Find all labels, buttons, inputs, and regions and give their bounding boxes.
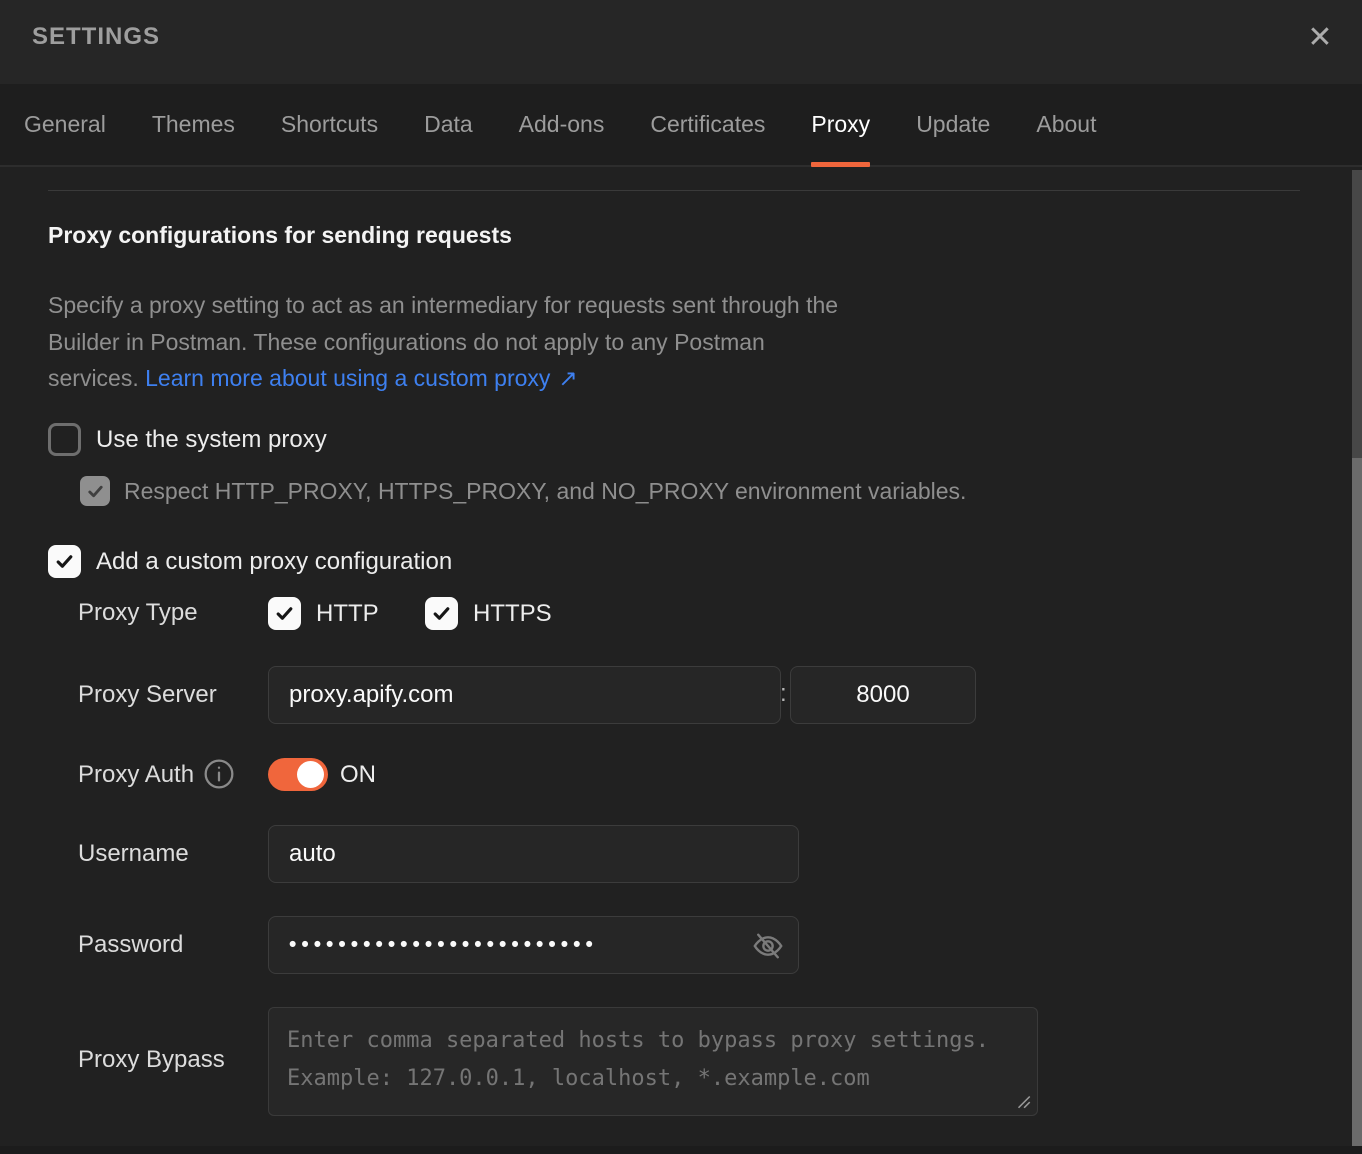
proxy-server-port-input[interactable] — [790, 666, 976, 724]
proxy-server-label: Proxy Server — [78, 681, 217, 709]
resize-handle-icon[interactable] — [1014, 1092, 1032, 1110]
tab-general[interactable]: General — [24, 84, 106, 165]
respect-env-label: Respect HTTP_PROXY, HTTPS_PROXY, and NO_… — [124, 478, 966, 505]
password-label: Password — [78, 931, 183, 959]
description-line-1: Specify a proxy setting to act as an int… — [48, 287, 838, 324]
tab-about[interactable]: About — [1036, 84, 1096, 165]
tab-themes[interactable]: Themes — [152, 84, 235, 165]
content-divider — [48, 190, 1300, 191]
respect-env-row: Respect HTTP_PROXY, HTTPS_PROXY, and NO_… — [80, 476, 966, 506]
https-checkbox[interactable] — [425, 597, 458, 630]
scrollbar-track — [1352, 170, 1362, 1154]
proxy-auth-label: Proxy Auth — [78, 761, 194, 789]
tab-data[interactable]: Data — [424, 84, 473, 165]
https-label[interactable]: HTTPS — [473, 600, 552, 628]
system-proxy-checkbox[interactable] — [48, 423, 81, 456]
checkmark-icon — [54, 551, 75, 572]
dialog-header: SETTINGS ✕ — [0, 0, 1362, 84]
tab-proxy[interactable]: Proxy — [811, 84, 870, 165]
proxy-auth-state: ON — [340, 761, 376, 789]
external-link-icon[interactable]: ↗ — [558, 365, 577, 391]
system-proxy-label[interactable]: Use the system proxy — [96, 426, 327, 454]
dialog-title: SETTINGS — [32, 23, 160, 51]
description-line-2: Builder in Postman. These configurations… — [48, 324, 838, 361]
settings-dialog: SETTINGS ✕ General Themes Shortcuts Data… — [0, 0, 1362, 1154]
http-label[interactable]: HTTP — [316, 600, 379, 628]
section-heading: Proxy configurations for sending request… — [48, 222, 512, 249]
close-icon[interactable]: ✕ — [1294, 12, 1346, 64]
description-line-3: services. Learn more about using a custo… — [48, 360, 838, 397]
username-label: Username — [78, 840, 189, 868]
host-port-separator: : — [780, 680, 787, 708]
tab-certificates[interactable]: Certificates — [650, 84, 765, 165]
username-input[interactable] — [268, 825, 799, 883]
section-description: Specify a proxy setting to act as an int… — [48, 287, 838, 397]
custom-proxy-row: Add a custom proxy configuration — [48, 545, 452, 578]
settings-tabbar: General Themes Shortcuts Data Add-ons Ce… — [0, 84, 1362, 167]
proxy-type-https-row: HTTPS — [425, 597, 552, 630]
checkmark-icon — [431, 603, 452, 624]
proxy-bypass-label: Proxy Bypass — [78, 1046, 225, 1074]
description-line-3-prefix: services. — [48, 365, 145, 391]
proxy-auth-toggle[interactable] — [268, 758, 328, 791]
info-icon[interactable] — [203, 758, 235, 790]
password-input[interactable] — [268, 916, 799, 974]
proxy-type-http-row: HTTP — [268, 597, 379, 630]
eye-off-icon[interactable] — [748, 926, 788, 966]
custom-proxy-label[interactable]: Add a custom proxy configuration — [96, 548, 452, 576]
learn-more-link[interactable]: Learn more about using a custom proxy — [145, 365, 550, 391]
toggle-knob — [297, 761, 324, 788]
system-proxy-row: Use the system proxy — [48, 423, 327, 456]
tab-add-ons[interactable]: Add-ons — [519, 84, 605, 165]
dialog-bottom-edge — [0, 1146, 1362, 1154]
respect-env-checkbox — [80, 476, 110, 506]
checkmark-icon — [86, 482, 105, 501]
http-checkbox[interactable] — [268, 597, 301, 630]
tab-update[interactable]: Update — [916, 84, 990, 165]
proxy-type-label: Proxy Type — [78, 599, 198, 627]
proxy-bypass-textarea[interactable] — [268, 1007, 1038, 1116]
proxy-server-host-input[interactable] — [268, 666, 781, 724]
scrollbar-thumb[interactable] — [1352, 458, 1362, 1154]
custom-proxy-checkbox[interactable] — [48, 545, 81, 578]
checkmark-icon — [274, 603, 295, 624]
tab-shortcuts[interactable]: Shortcuts — [281, 84, 378, 165]
